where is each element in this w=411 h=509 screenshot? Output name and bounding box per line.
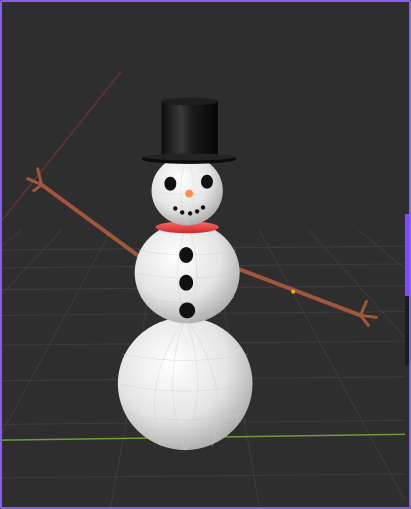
button-3 — [179, 302, 196, 319]
mouth-dot-3 — [187, 211, 193, 216]
3d-viewport[interactable] — [2, 2, 409, 507]
right-toolbar-tab[interactable] — [405, 214, 409, 296]
button-1 — [179, 247, 194, 263]
right-toolbar-segment-bottom — [405, 366, 409, 507]
carrot-nose — [185, 189, 194, 198]
right-toolbar-segment-dark — [405, 296, 409, 366]
origin-point — [291, 289, 296, 294]
viewport-frame — [0, 0, 411, 509]
mouth-dot-1 — [173, 206, 178, 211]
hat-crown — [161, 101, 218, 159]
hat-brim-top — [143, 153, 235, 161]
mouth-dot-2 — [180, 210, 185, 215]
right-toolbar-segment — [405, 2, 409, 214]
hat-top — [161, 97, 218, 106]
mouth-dot-4 — [194, 209, 200, 214]
left-eye — [164, 176, 177, 191]
right-eye — [201, 174, 213, 189]
mouth-dot-5 — [200, 205, 206, 210]
base-sphere[interactable] — [117, 317, 253, 451]
button-2 — [179, 274, 194, 291]
